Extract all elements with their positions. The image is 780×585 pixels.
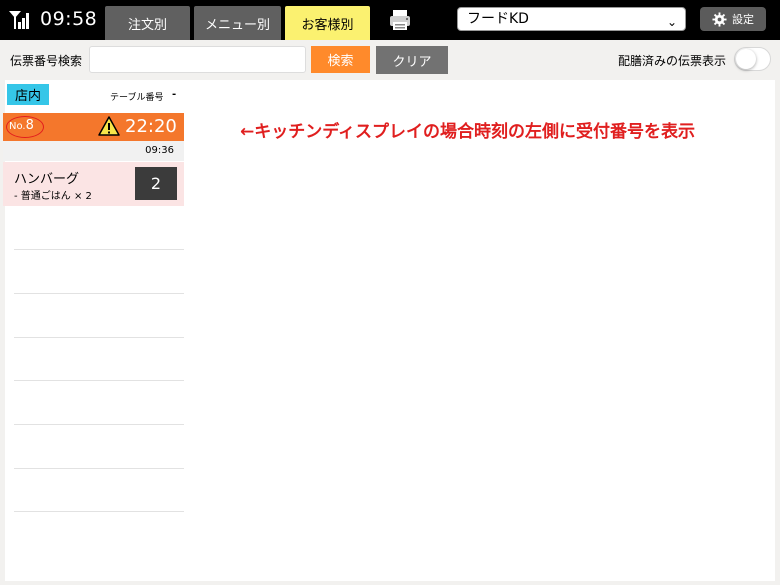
tab-label: メニュー別: [204, 17, 270, 33]
clear-button[interactable]: クリア: [376, 46, 448, 74]
top-bar: 09:58 注文別 メニュー別 お客様別 フードKD ⌄ 設定: [0, 0, 780, 40]
table-number-header: テーブル番号: [110, 93, 164, 103]
tab-by-customer[interactable]: お客様別: [285, 6, 370, 40]
search-button[interactable]: 検索: [311, 46, 370, 73]
tab-by-order[interactable]: 注文別: [105, 6, 190, 40]
search-row: 伝票番号検索 検索 クリア 配膳済みの伝票表示: [0, 40, 780, 80]
settings-button[interactable]: 設定: [700, 7, 766, 31]
bottom-margin: [0, 581, 780, 585]
delivered-toggle[interactable]: [734, 47, 771, 71]
empty-row-divider: [14, 424, 184, 425]
settings-label: 設定: [732, 13, 754, 26]
gear-icon: [712, 11, 727, 27]
store-select[interactable]: フードKD ⌄: [457, 7, 686, 31]
order-item-row[interactable]: ハンバーグ - 普通ごはん × 2 2: [3, 162, 184, 206]
empty-row-divider: [14, 511, 184, 512]
tab-label: お客様別: [301, 17, 354, 33]
tab-by-menu[interactable]: メニュー別: [194, 6, 281, 40]
delivered-toggle-label: 配膳済みの伝票表示: [618, 54, 727, 68]
toggle-knob: [736, 49, 756, 69]
tab-label: 注文別: [127, 17, 167, 33]
section-badge-in-store: 店内: [7, 84, 49, 105]
order-time: 09:36: [145, 145, 174, 156]
empty-row-divider: [14, 249, 184, 250]
elapsed-time: 22:20: [125, 116, 177, 137]
empty-row-divider: [14, 337, 184, 338]
right-margin: [775, 80, 780, 585]
empty-row-divider: [14, 380, 184, 381]
item-name: ハンバーグ: [14, 172, 80, 187]
status-clock: 09:58: [40, 8, 98, 30]
empty-row-divider: [14, 293, 184, 294]
order-card-header[interactable]: No.8 22:20: [3, 113, 184, 141]
receipt-number-highlight: [6, 116, 44, 138]
chevron-down-icon: ⌄: [666, 15, 677, 29]
empty-row-divider: [14, 468, 184, 469]
order-time-row: 09:36: [3, 141, 184, 161]
search-label: 伝票番号検索: [10, 54, 83, 68]
slip-number-search-input[interactable]: [89, 46, 306, 73]
printer-icon[interactable]: [388, 8, 412, 32]
warning-icon: [98, 116, 120, 136]
item-option: - 普通ごはん × 2: [14, 191, 92, 202]
signal-icon: [9, 11, 29, 29]
store-select-value: フードKD: [467, 11, 529, 27]
item-quantity: 2: [135, 167, 177, 200]
table-number-value: -: [172, 89, 177, 100]
annotation-note: ←キッチンディスプレイの場合時刻の左側に受付番号を表示: [240, 122, 696, 142]
